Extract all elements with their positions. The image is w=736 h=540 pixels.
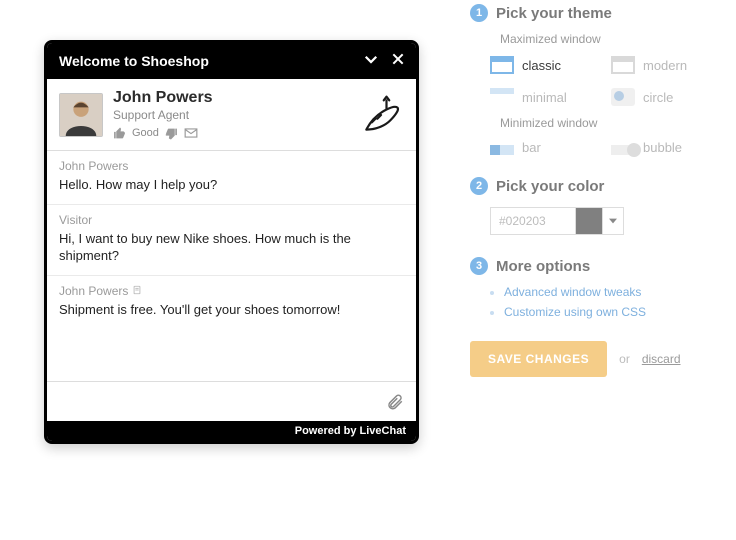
document-icon <box>132 284 142 298</box>
agent-role: Support Agent <box>113 108 348 122</box>
thumbs-down-icon[interactable] <box>165 127 178 140</box>
message-author: Visitor <box>59 213 404 227</box>
step-badge: 3 <box>470 257 488 275</box>
maximized-label: Maximized window <box>500 32 726 46</box>
step-more-header: 3 More options <box>470 257 726 275</box>
email-icon[interactable] <box>184 126 198 140</box>
message-author: John Powers <box>59 284 128 298</box>
step-badge: 2 <box>470 177 488 195</box>
theme-swatch-icon <box>490 56 514 74</box>
theme-swatch-icon <box>490 88 514 106</box>
theme-option-minimal[interactable]: minimal <box>490 88 605 106</box>
rate-good-label: Good <box>132 127 159 139</box>
minimized-label: Minimized window <box>500 116 726 130</box>
theme-swatch-icon <box>611 145 635 155</box>
attachment-icon[interactable] <box>382 389 408 415</box>
theme-swatch-icon <box>490 145 514 155</box>
theme-swatch-icon <box>611 56 635 74</box>
step-color-header: 2 Pick your color <box>470 177 726 195</box>
color-dropdown-button[interactable] <box>602 207 624 235</box>
theme-option-modern[interactable]: modern <box>611 56 726 74</box>
color-hex-input[interactable] <box>490 207 576 235</box>
theme-label: modern <box>643 58 687 73</box>
close-icon[interactable] <box>390 51 406 72</box>
step-title: More options <box>496 258 590 275</box>
chat-footer: Powered by LiveChat <box>47 421 416 441</box>
theme-option-bubble[interactable]: bubble <box>611 140 726 155</box>
message: John Powers Shipment is free. You'll get… <box>47 276 416 329</box>
color-preview-swatch <box>576 207 602 235</box>
message-text: Shipment is free. You'll get your shoes … <box>59 301 404 319</box>
theme-option-circle[interactable]: circle <box>611 88 726 106</box>
input-row <box>47 381 416 421</box>
step-title: Pick your theme <box>496 5 612 22</box>
message: Visitor Hi, I want to buy new Nike shoes… <box>47 205 416 276</box>
minimize-icon[interactable] <box>362 50 380 73</box>
theme-label: circle <box>643 90 673 105</box>
link-advanced-tweaks[interactable]: Advanced window tweaks <box>504 285 726 299</box>
message-text: Hello. How may I help you? <box>59 176 404 194</box>
chat-widget: Welcome to Shoeshop John Powers Support <box>44 40 419 444</box>
chat-title: Welcome to Shoeshop <box>59 53 209 69</box>
theme-label: classic <box>522 58 561 73</box>
theme-swatch-icon <box>611 88 635 106</box>
theme-label: bar <box>522 140 541 155</box>
step-badge: 1 <box>470 4 488 22</box>
theme-option-classic[interactable]: classic <box>490 56 605 74</box>
save-button[interactable]: SAVE CHANGES <box>470 341 607 377</box>
agent-avatar <box>59 93 103 137</box>
theme-label: minimal <box>522 90 567 105</box>
agent-bar: John Powers Support Agent Good <box>47 79 416 151</box>
message-author: John Powers <box>59 159 404 173</box>
step-title: Pick your color <box>496 178 604 195</box>
message-input[interactable] <box>55 382 382 421</box>
theme-label: bubble <box>643 140 682 155</box>
discard-link[interactable]: discard <box>642 352 681 366</box>
message-text: Hi, I want to buy new Nike shoes. How mu… <box>59 230 404 265</box>
theme-option-bar[interactable]: bar <box>490 140 605 155</box>
message: John Powers Hello. How may I help you? <box>47 151 416 205</box>
messages-area: John Powers Hello. How may I help you? V… <box>47 151 416 381</box>
shop-logo-icon <box>358 92 404 138</box>
chat-header: Welcome to Shoeshop <box>47 43 416 79</box>
link-customize-css[interactable]: Customize using own CSS <box>504 305 726 319</box>
thumbs-up-icon[interactable] <box>113 127 126 140</box>
or-label: or <box>619 352 630 366</box>
step-theme-header: 1 Pick your theme <box>470 4 726 22</box>
agent-name: John Powers <box>113 89 348 107</box>
